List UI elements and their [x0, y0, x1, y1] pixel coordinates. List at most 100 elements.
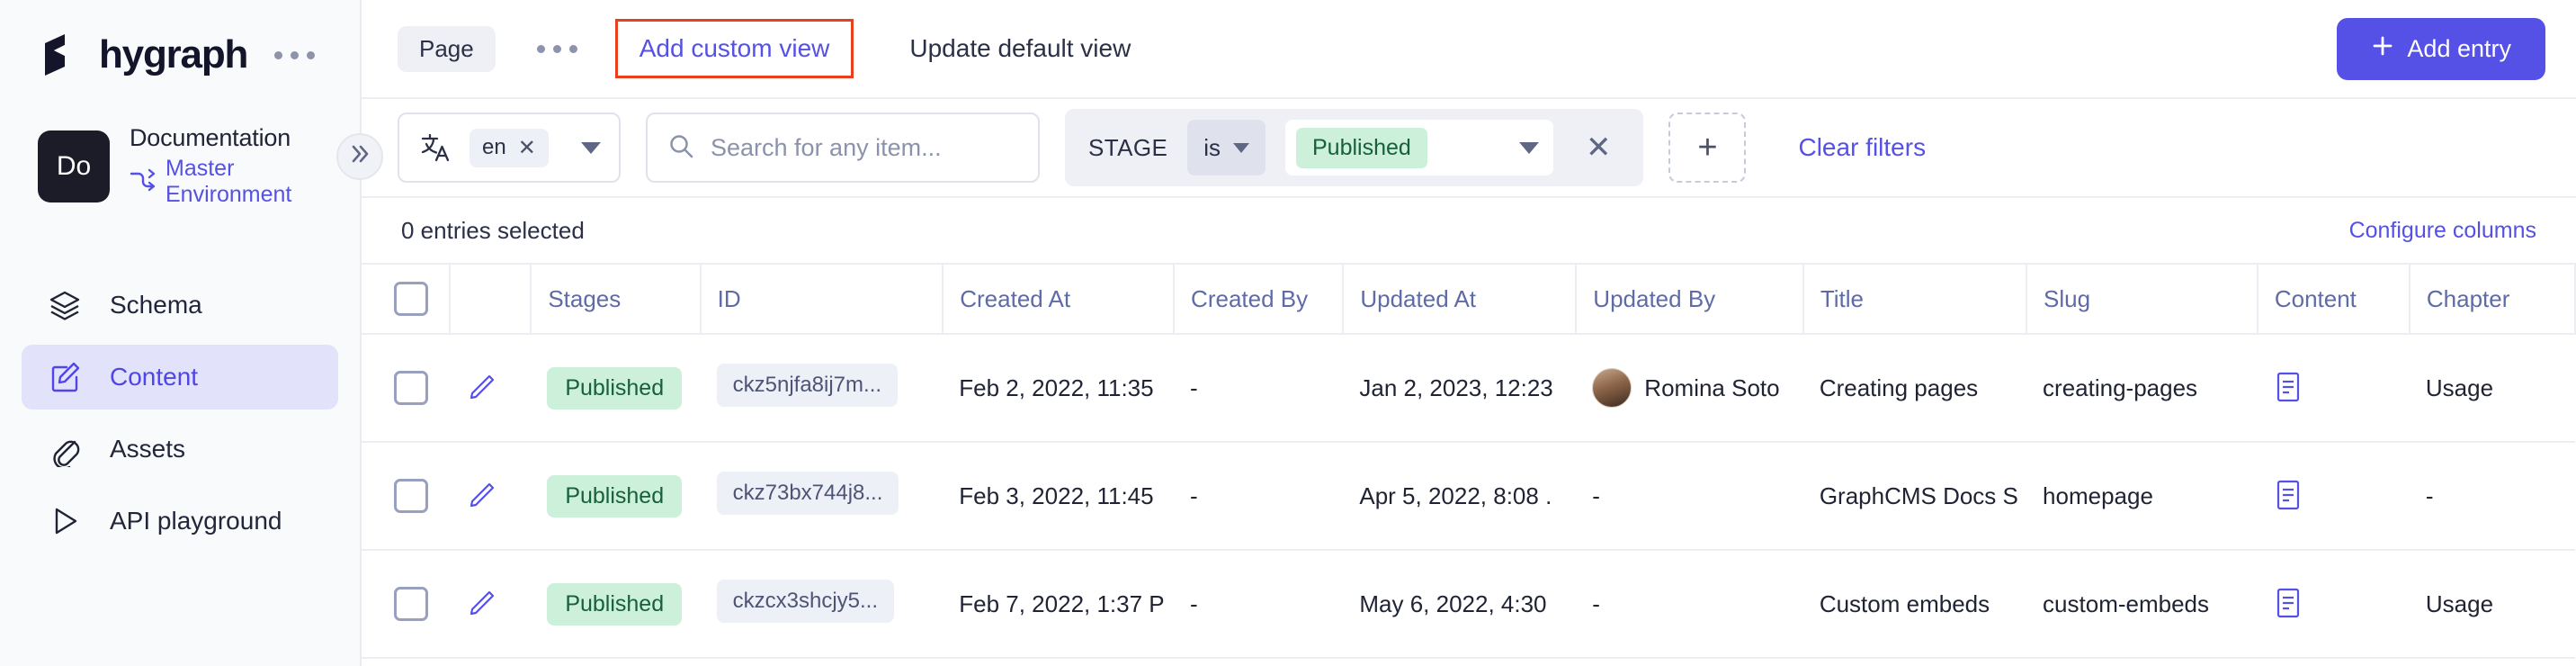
id-chip[interactable]: ckz5njfa8ij7m... [717, 364, 898, 407]
table-row[interactable]: Published ckzcx3shcjy5... Feb 7, 2022, 1… [362, 550, 2575, 658]
cell-content[interactable] [2258, 442, 2410, 550]
project-environment[interactable]: Master Environment [165, 156, 360, 208]
sidebar-item-content[interactable]: Content [22, 345, 338, 410]
table-row[interactable]: Published ckz5njfa8ij7m... Feb 2, 2022, … [362, 334, 2575, 442]
cell-id: ckzcx3shcjy5... [701, 550, 944, 658]
column-header-created-at[interactable]: Created At [943, 264, 1174, 334]
row-edit-cell[interactable] [450, 334, 531, 442]
close-icon[interactable]: ✕ [518, 135, 536, 161]
pencil-icon[interactable] [466, 481, 496, 511]
column-header-slug[interactable]: Slug [2026, 264, 2258, 334]
brand-logo[interactable]: hygraph [0, 0, 360, 77]
cell-updated-by: - [1576, 442, 1803, 550]
entries-table-section: 0 entries selected Configure columns Sta [362, 196, 2576, 666]
sidebar-nav: Schema Content Assets [0, 273, 360, 554]
play-triangle-icon [47, 503, 83, 539]
add-custom-view-button[interactable]: Add custom view [615, 19, 854, 78]
column-header-title[interactable]: Title [1803, 264, 2026, 334]
cell-slug: creating-pages [2026, 334, 2258, 442]
select-all-header[interactable] [362, 264, 450, 334]
stage-value-select[interactable]: Published [1285, 120, 1553, 176]
row-edit-cell[interactable] [450, 442, 531, 550]
cell-id: ckz73bx744j8... [701, 442, 944, 550]
checkbox-icon[interactable] [394, 587, 428, 621]
rich-text-icon[interactable] [2274, 587, 2304, 621]
table-row[interactable]: Published ckz73bx744j8... Feb 3, 2022, 1… [362, 442, 2575, 550]
stage-operator-select[interactable]: is [1187, 120, 1266, 176]
column-header-stages[interactable]: Stages [531, 264, 700, 334]
add-filter-button[interactable]: + [1668, 112, 1746, 183]
rich-text-icon[interactable] [2274, 371, 2304, 405]
table-meta-bar: 0 entries selected Configure columns [362, 196, 2576, 263]
column-header-content[interactable]: Content [2258, 264, 2410, 334]
edit-square-icon [47, 359, 83, 395]
cell-slug: homepage [2026, 442, 2258, 550]
cell-updated-at: May 6, 2022, 4:30 [1343, 550, 1576, 658]
plus-icon: + [1697, 129, 1717, 167]
column-header-updated-at[interactable]: Updated At [1343, 264, 1576, 334]
clear-filters-button[interactable]: Clear filters [1798, 133, 1926, 162]
filter-bar: en ✕ STAGE is [362, 97, 2576, 196]
layers-icon [47, 287, 83, 323]
status-badge: Published [547, 583, 682, 626]
cell-created-by: - [1174, 550, 1343, 658]
table-header-row: Stages ID Created At Created By Updated … [362, 264, 2575, 334]
table-body: Published ckz5njfa8ij7m... Feb 2, 2022, … [362, 334, 2575, 658]
configure-columns-button[interactable]: Configure columns [2349, 218, 2536, 244]
update-default-view-button[interactable]: Update default view [909, 34, 1131, 63]
sidebar-item-assets[interactable]: Assets [22, 417, 338, 482]
search-field[interactable] [646, 112, 1040, 183]
cell-title: Creating pages [1803, 334, 2026, 442]
cell-title: GraphCMS Docs S [1803, 442, 2026, 550]
checkbox-icon[interactable] [394, 479, 428, 513]
project-name: Documentation [130, 124, 360, 152]
id-chip[interactable]: ckzcx3shcjy5... [717, 580, 894, 623]
pencil-icon[interactable] [466, 373, 496, 403]
cell-created-at: Feb 3, 2022, 11:45 [943, 442, 1174, 550]
add-entry-button[interactable]: Add entry [2337, 18, 2545, 80]
locale-tag-en[interactable]: en ✕ [470, 129, 549, 167]
checkbox-icon[interactable] [394, 282, 428, 316]
locale-selector[interactable]: en ✕ [398, 112, 621, 183]
view-overflow-ellipsis-icon[interactable] [537, 45, 577, 53]
search-input[interactable] [711, 134, 1018, 162]
main-area: Page Add custom view Update default view… [362, 0, 2576, 666]
chevron-down-icon[interactable] [581, 142, 601, 154]
column-header-created-by[interactable]: Created By [1174, 264, 1343, 334]
cell-chapter: Usage [2410, 334, 2575, 442]
updated-by-name: Romina Soto [1644, 374, 1779, 402]
pencil-icon[interactable] [466, 589, 496, 619]
id-chip[interactable]: ckz73bx744j8... [717, 472, 899, 515]
cell-updated-by: - [1576, 550, 1803, 658]
cell-chapter: - [2410, 442, 2575, 550]
ellipsis-icon[interactable] [274, 51, 315, 59]
sidebar-item-schema[interactable]: Schema [22, 273, 338, 338]
rich-text-icon[interactable] [2274, 479, 2304, 513]
column-header-chapter[interactable]: Chapter [2410, 264, 2575, 334]
column-header-id[interactable]: ID [701, 264, 944, 334]
cell-updated-at: Apr 5, 2022, 8:08 . [1343, 442, 1576, 550]
row-checkbox-cell[interactable] [362, 550, 450, 658]
checkbox-icon[interactable] [394, 371, 428, 405]
cell-title: Custom embeds [1803, 550, 2026, 658]
brand-name: hygraph [99, 32, 247, 77]
sidebar-collapse-toggle[interactable] [336, 133, 383, 180]
cell-content[interactable] [2258, 550, 2410, 658]
locale-tag-label: en [482, 135, 506, 160]
column-header-updated-by[interactable]: Updated By [1576, 264, 1803, 334]
remove-stage-filter-button[interactable]: ✕ [1573, 130, 1624, 166]
cell-id: ckz5njfa8ij7m... [701, 334, 944, 442]
cell-content[interactable] [2258, 334, 2410, 442]
project-switcher[interactable]: Do Documentation Master Environment [0, 77, 360, 208]
stage-operator-label: is [1203, 134, 1221, 162]
tab-page-view[interactable]: Page [398, 26, 496, 72]
cell-created-by: - [1174, 334, 1343, 442]
sidebar: hygraph Do Documentation Master Environm… [0, 0, 362, 666]
cell-stage: Published [531, 442, 700, 550]
row-checkbox-cell[interactable] [362, 442, 450, 550]
sidebar-item-api-playground[interactable]: API playground [22, 489, 338, 554]
row-edit-cell[interactable] [450, 550, 531, 658]
plus-icon [2371, 34, 2394, 64]
entries-table: Stages ID Created At Created By Updated … [362, 263, 2576, 659]
row-checkbox-cell[interactable] [362, 334, 450, 442]
